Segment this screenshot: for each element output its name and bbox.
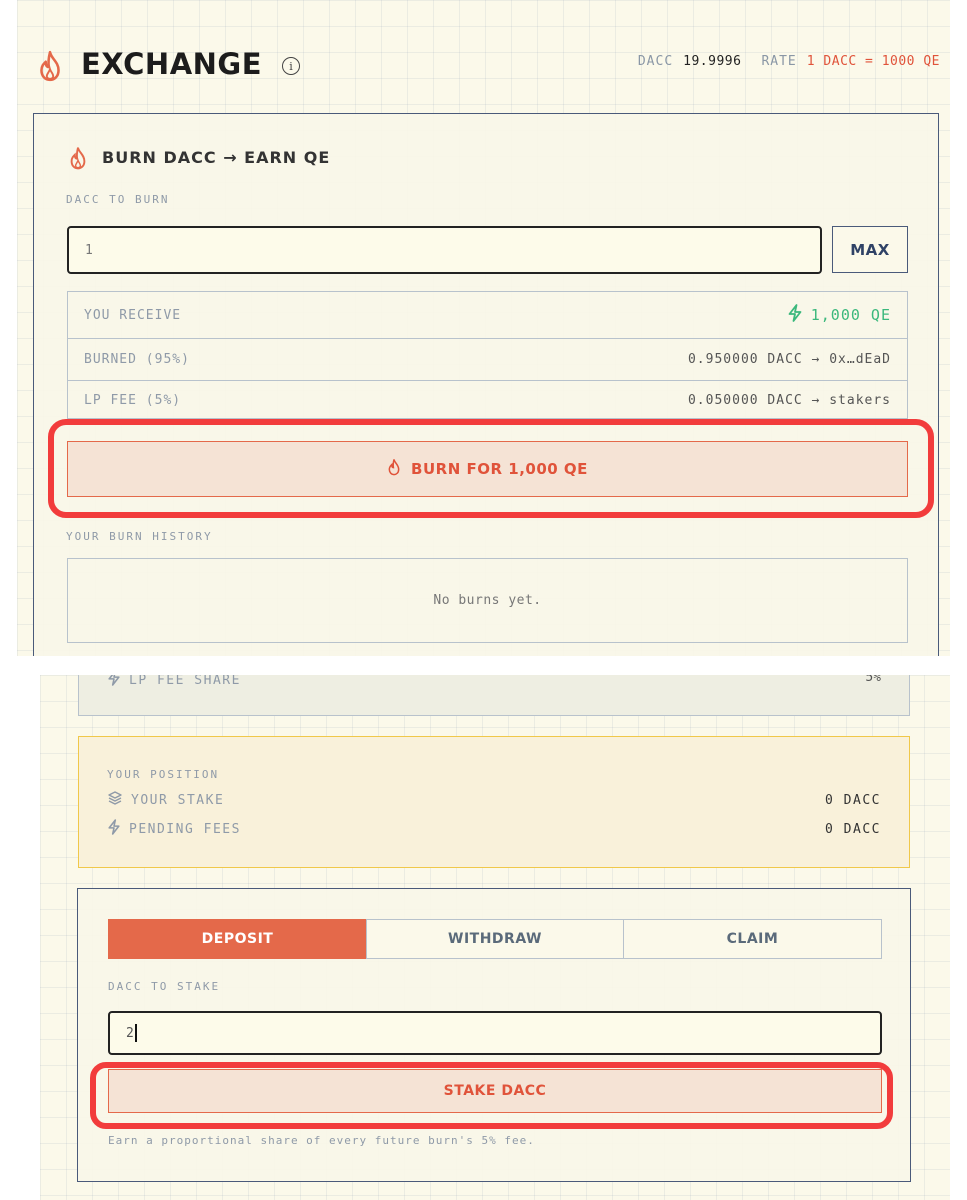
burn-history-label: YOUR BURN HISTORY — [66, 530, 213, 543]
burn-history-empty: No burns yet. — [67, 558, 908, 643]
burn-summary: YOU RECEIVE 1,000 QE BURNED (95%) 0.9500… — [67, 291, 908, 419]
burn-section-title: BURN DACC → EARN QE — [102, 148, 331, 167]
burn-input-label: DACC TO BURN — [66, 193, 170, 206]
your-position-card: YOUR POSITION YOUR STAKE 0 DACC PENDING … — [78, 736, 910, 868]
you-receive-label: YOU RECEIVE — [84, 307, 182, 323]
lp-fee-share-value: 5% — [865, 675, 881, 685]
you-receive-value-group: 1,000 QE — [787, 304, 891, 326]
stake-footnote: Earn a proportional share of every futur… — [108, 1134, 535, 1147]
stake-card: DEPOSIT WITHDRAW CLAIM DACC TO STAKE 2 S… — [77, 888, 911, 1182]
your-position-title: YOUR POSITION — [107, 768, 220, 781]
pending-fees-label: PENDING FEES — [129, 821, 241, 837]
page-title: EXCHANGE — [81, 47, 263, 81]
header-stats: DACC 19.9996 RATE 1 DACC = 1000 QE — [638, 54, 940, 69]
burn-card: BURN DACC → EARN QE DACC TO BURN 1 MAX Y… — [33, 113, 939, 656]
tab-claim[interactable]: CLAIM — [623, 919, 882, 959]
dacc-balance-value: 19.9996 — [683, 54, 742, 69]
tab-deposit[interactable]: DEPOSIT — [108, 919, 367, 959]
bolt-icon — [107, 675, 121, 690]
text-caret — [134, 1024, 137, 1042]
your-stake-label: YOUR STAKE — [131, 792, 225, 808]
info-icon[interactable]: i — [282, 57, 300, 75]
bolt-icon — [787, 304, 803, 326]
rate-label: RATE — [761, 54, 797, 69]
pending-fees-row: PENDING FEES 0 DACC — [107, 819, 881, 839]
flame-icon — [68, 146, 88, 172]
lp-fee-label: LP FEE (5%) — [84, 392, 182, 408]
lp-fee-row: LP FEE (5%) 0.050000 DACC → stakers — [68, 381, 907, 419]
stake-tabs: DEPOSIT WITHDRAW CLAIM — [108, 919, 882, 959]
highlight-annotation — [48, 419, 934, 518]
highlight-annotation — [90, 1062, 893, 1129]
dacc-stake-input[interactable]: 2 — [108, 1011, 882, 1055]
tab-withdraw[interactable]: WITHDRAW — [366, 919, 624, 959]
pending-fees-value: 0 DACC — [825, 821, 881, 837]
lp-fee-value: 0.050000 DACC → stakers — [687, 392, 891, 408]
pending-fees-label-group: PENDING FEES — [107, 819, 241, 839]
dacc-burn-input[interactable]: 1 — [67, 226, 822, 274]
your-stake-value: 0 DACC — [825, 792, 881, 808]
burned-row: BURNED (95%) 0.950000 DACC → 0x…dEaD — [68, 339, 907, 381]
rate-value: 1 DACC = 1000 QE — [806, 54, 940, 69]
your-stake-row: YOUR STAKE 0 DACC — [107, 791, 881, 809]
layers-icon — [107, 790, 123, 810]
lp-fee-share-label: LP FEE SHARE — [129, 675, 241, 688]
burned-value: 0.950000 DACC → 0x…dEaD — [687, 352, 891, 367]
flame-icon — [37, 50, 63, 82]
bolt-icon — [107, 819, 121, 839]
max-button[interactable]: MAX — [832, 226, 908, 273]
stake-input-label: DACC TO STAKE — [108, 980, 221, 993]
lp-fee-share-label-group: LP FEE SHARE — [107, 675, 241, 690]
staking-panel-screenshot: LP FEE SHARE 5% YOUR POSITION YOUR STAKE… — [40, 675, 950, 1200]
your-stake-label-group: YOUR STAKE — [107, 790, 224, 810]
dacc-balance-label: DACC — [637, 54, 674, 69]
exchange-panel-screenshot: EXCHANGE i DACC 19.9996 RATE 1 DACC = 10… — [17, 0, 950, 656]
burned-label: BURNED (95%) — [84, 352, 190, 367]
lp-fee-share-card: LP FEE SHARE 5% — [78, 675, 910, 716]
stake-input-value: 2 — [126, 1025, 134, 1041]
you-receive-value: 1,000 QE — [810, 306, 891, 324]
you-receive-row: YOU RECEIVE 1,000 QE — [68, 292, 907, 339]
